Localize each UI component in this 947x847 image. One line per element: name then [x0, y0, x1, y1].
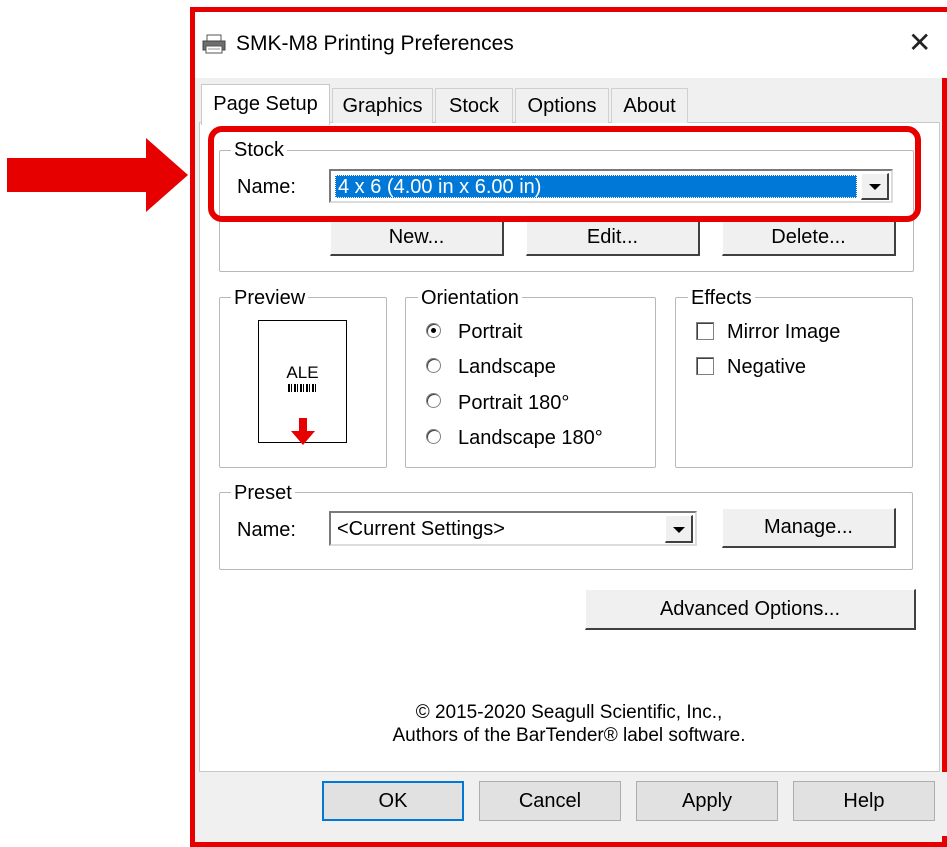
delete-stock-button[interactable]: Delete...	[722, 220, 896, 256]
help-button[interactable]: Help	[793, 781, 935, 821]
negative-label: Negative	[727, 356, 806, 378]
mirror-image-checkbox[interactable]	[696, 322, 714, 340]
portrait-180-radio[interactable]	[426, 393, 441, 408]
apply-button[interactable]: Apply	[636, 781, 778, 821]
copyright-line-2: Authors of the BarTender® label software…	[392, 725, 746, 746]
copyright-line-1: © 2015-2020 Seagull Scientific, Inc.,	[415, 702, 723, 723]
negative-checkbox[interactable]	[696, 357, 714, 375]
tab-stock[interactable]: Stock	[435, 88, 513, 123]
annotation-highlight-box	[208, 126, 921, 222]
landscape-180-label: Landscape 180°	[458, 427, 603, 449]
tab-page-setup[interactable]: Page Setup	[201, 84, 330, 125]
landscape-label: Landscape	[458, 356, 556, 378]
portrait-radio[interactable]	[426, 323, 441, 338]
preset-name-label: Name:	[237, 519, 296, 541]
landscape-180-radio[interactable]	[426, 429, 441, 444]
close-icon[interactable]: ✕	[908, 28, 931, 58]
label-preview: ALE	[258, 320, 347, 446]
barcode-icon	[288, 384, 318, 392]
printer-icon	[202, 34, 226, 54]
landscape-radio[interactable]	[426, 358, 441, 373]
feed-direction-arrow-icon	[289, 418, 317, 446]
mirror-image-label: Mirror Image	[727, 321, 841, 343]
annotation-arrow-shaft	[7, 158, 147, 192]
tab-options[interactable]: Options	[515, 88, 609, 123]
preview-legend: Preview	[231, 287, 309, 309]
tab-graphics[interactable]: Graphics	[332, 88, 433, 123]
edit-stock-button[interactable]: Edit...	[526, 220, 700, 256]
orientation-legend: Orientation	[418, 287, 522, 309]
preset-name-value: <Current Settings>	[337, 518, 505, 540]
preset-name-dropdown[interactable]: <Current Settings>	[329, 511, 697, 546]
window-title: SMK-M8 Printing Preferences	[236, 32, 514, 55]
ok-button[interactable]: OK	[322, 781, 464, 821]
manage-preset-button[interactable]: Manage...	[722, 508, 896, 548]
chevron-down-icon	[673, 527, 685, 533]
portrait-label: Portrait	[458, 321, 523, 343]
tab-about[interactable]: About	[611, 88, 688, 123]
new-stock-button[interactable]: New...	[330, 220, 504, 256]
preset-legend: Preset	[231, 482, 295, 504]
cancel-button[interactable]: Cancel	[479, 781, 621, 821]
effects-legend: Effects	[688, 287, 755, 309]
annotation-arrow-head	[146, 138, 188, 212]
preview-label-text: ALE	[286, 363, 319, 382]
preset-dropdown-button[interactable]	[665, 515, 693, 543]
portrait-180-label: Portrait 180°	[458, 392, 570, 414]
advanced-options-button[interactable]: Advanced Options...	[585, 589, 916, 630]
